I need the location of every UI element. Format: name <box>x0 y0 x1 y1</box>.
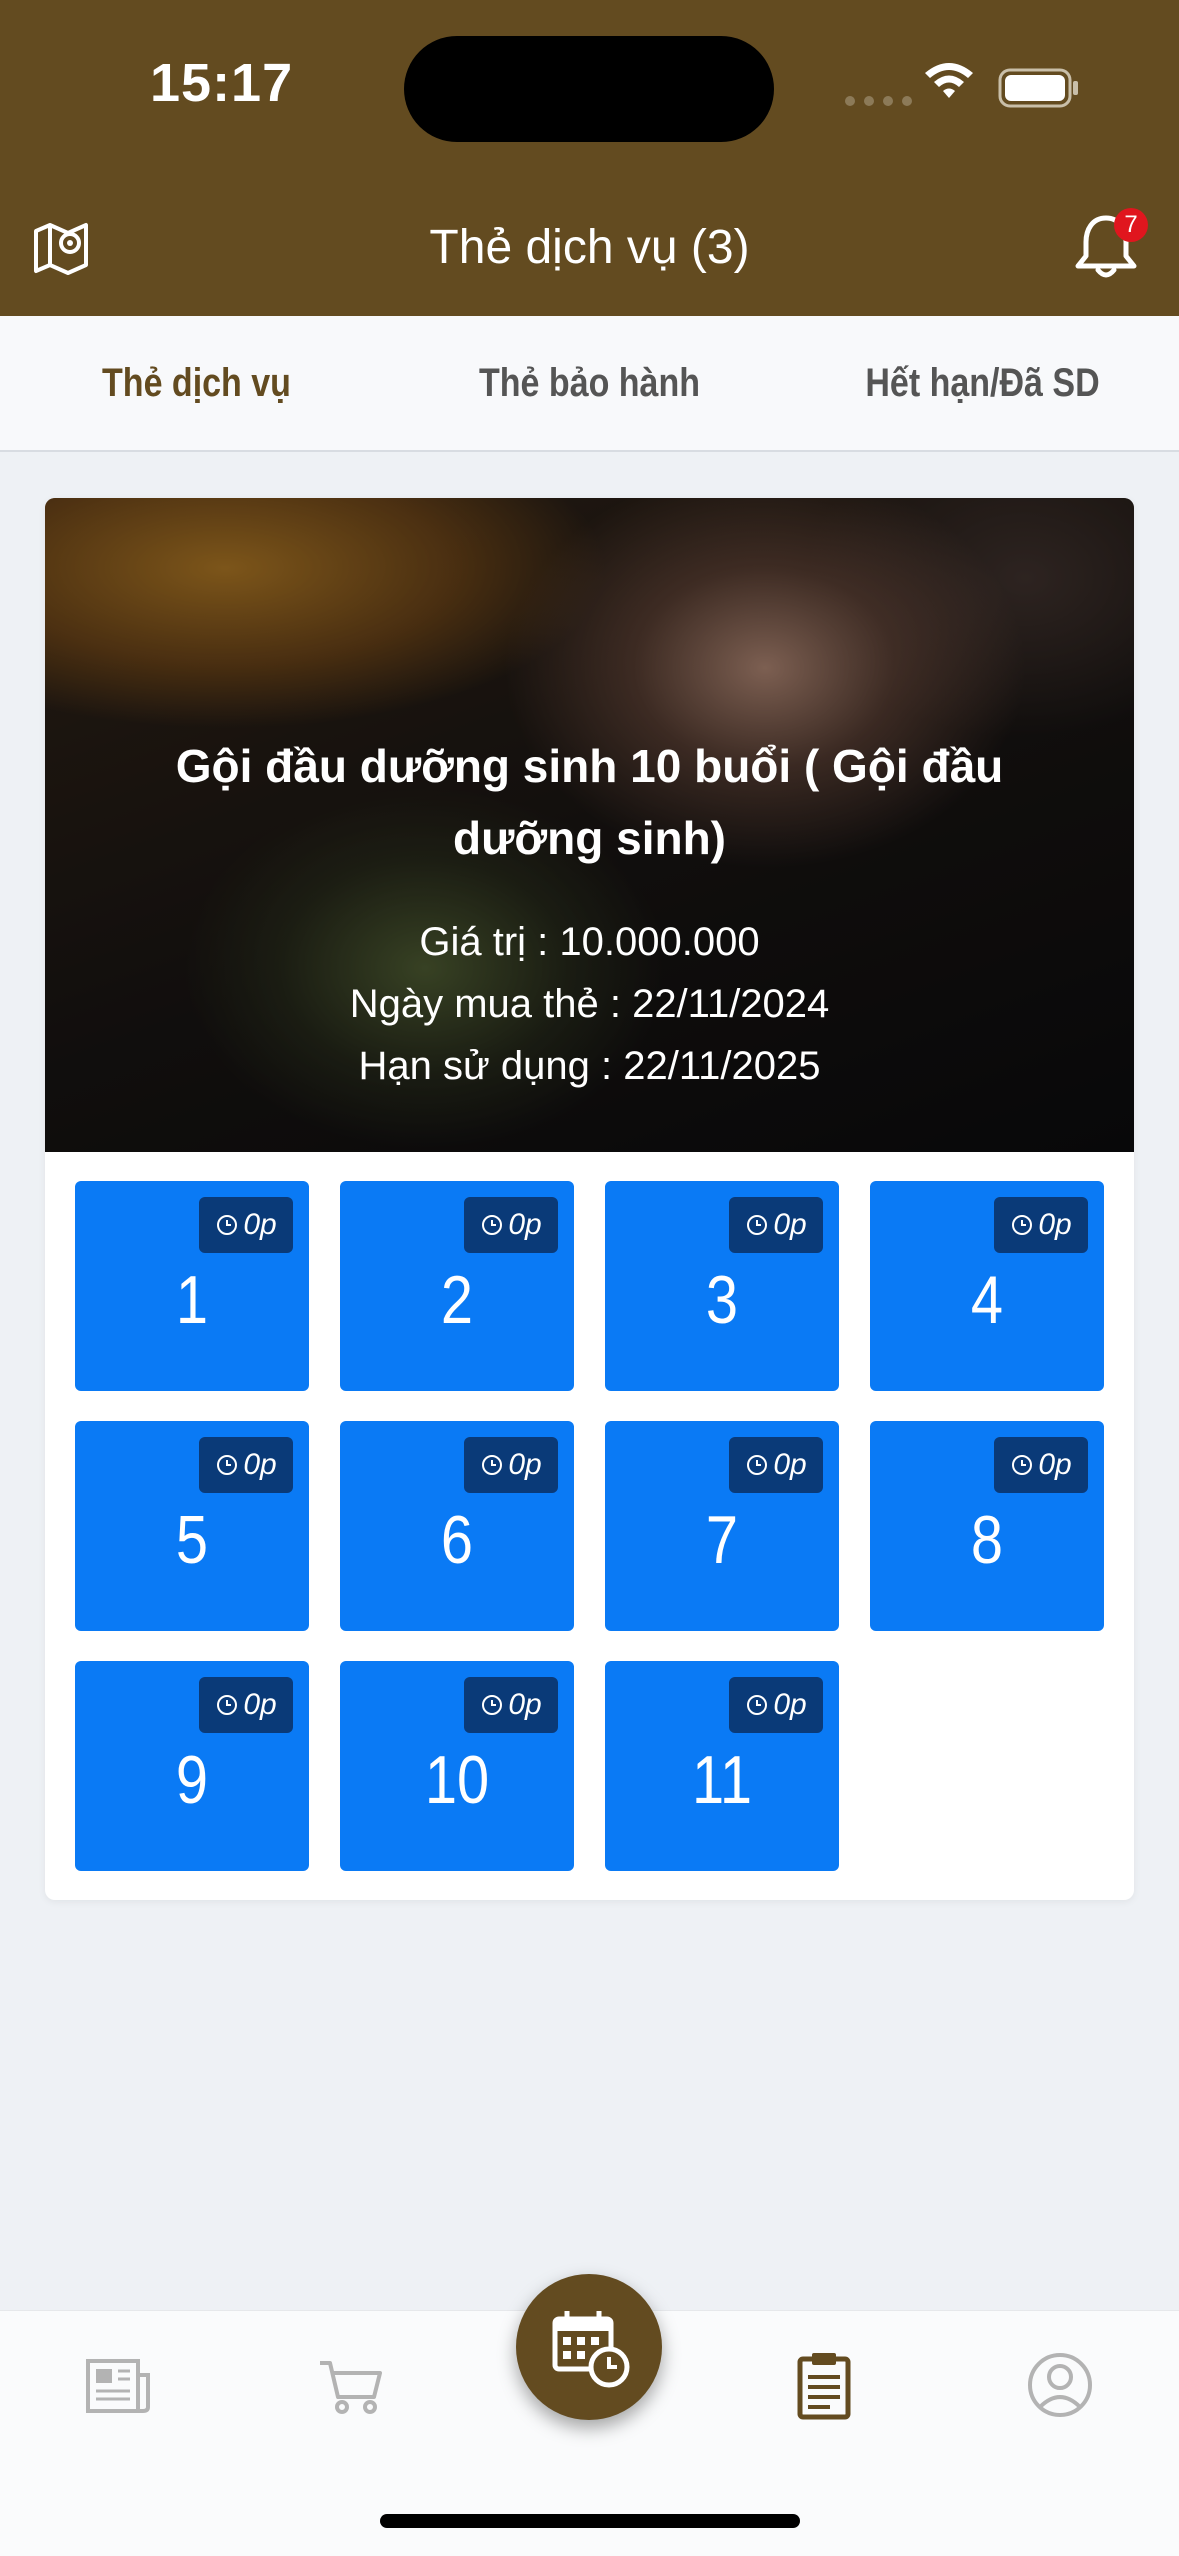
notification-badge: 7 <box>1114 208 1148 242</box>
cart-icon[interactable] <box>314 2347 390 2423</box>
card-title: Gội đầu dưỡng sinh 10 buổi ( Gội đầu dưỡ… <box>175 740 1004 864</box>
session-duration: 0p <box>199 1197 293 1253</box>
battery-icon <box>998 68 1078 108</box>
clock-icon <box>747 1695 768 1715</box>
user-icon[interactable] <box>1022 2347 1098 2423</box>
clock-icon <box>747 1215 768 1235</box>
booking-button[interactable] <box>516 2274 662 2420</box>
page-title: Thẻ dịch vụ (3) <box>429 221 750 274</box>
session-number: 3 <box>705 1262 739 1338</box>
clock-icon <box>747 1455 768 1475</box>
clock-icon <box>1012 1455 1033 1475</box>
session-tile[interactable]: 0p 8 <box>870 1421 1104 1631</box>
session-duration: 0p <box>464 1437 558 1493</box>
session-duration: 0p <box>729 1197 823 1253</box>
session-number: 9 <box>175 1742 209 1818</box>
card-expiry-date: Hạn sử dụng : 22/11/2025 <box>358 1044 821 1088</box>
card-hero-image: Gội đầu dưỡng sinh 10 buổi ( Gội đầu dưỡ… <box>45 498 1134 1152</box>
session-duration: 0p <box>464 1677 558 1733</box>
session-duration: 0p <box>464 1197 558 1253</box>
dynamic-island <box>404 36 774 142</box>
session-duration: 0p <box>199 1437 293 1493</box>
session-number: 5 <box>175 1502 209 1578</box>
session-duration: 0p <box>199 1677 293 1733</box>
session-number: 10 <box>424 1742 490 1818</box>
session-number: 7 <box>705 1502 739 1578</box>
clock-icon <box>482 1455 503 1475</box>
clock-icon <box>482 1695 503 1715</box>
session-tile[interactable]: 0p 9 <box>75 1661 309 1871</box>
clipboard-icon[interactable] <box>786 2347 862 2423</box>
card-purchase-date: Ngày mua thẻ : 22/11/2024 <box>349 982 830 1026</box>
session-duration: 0p <box>994 1437 1088 1493</box>
clock-icon <box>1012 1215 1033 1235</box>
tab-warranty-cards[interactable]: Thẻ bảo hành <box>422 316 756 450</box>
news-icon[interactable] <box>80 2347 156 2423</box>
wifi-icon <box>925 63 973 98</box>
calendar-clock-icon <box>552 2311 630 2388</box>
session-tile[interactable]: 0p 5 <box>75 1421 309 1631</box>
session-tile[interactable]: 0p 6 <box>340 1421 574 1631</box>
session-duration: 0p <box>994 1197 1088 1253</box>
session-number: 8 <box>970 1502 1004 1578</box>
tab-expired-used[interactable]: Hết hạn/Đã SD <box>815 316 1149 450</box>
tab-service-cards[interactable]: Thẻ dịch vụ <box>29 316 363 450</box>
session-duration: 0p <box>729 1677 823 1733</box>
session-tile[interactable]: 0p 10 <box>340 1661 574 1871</box>
clock-icon <box>217 1455 238 1475</box>
session-tile[interactable]: 0p 11 <box>605 1661 839 1871</box>
session-tile[interactable]: 0p 4 <box>870 1181 1104 1391</box>
signal-icon <box>845 96 912 106</box>
session-number: 11 <box>691 1742 753 1818</box>
session-number: 4 <box>970 1262 1004 1338</box>
tab-bar: Thẻ dịch vụ Thẻ bảo hành Hết hạn/Đã SD <box>0 316 1179 452</box>
session-tile[interactable]: 0p 2 <box>340 1181 574 1391</box>
clock-icon <box>482 1215 503 1235</box>
app-header: 15:17 Thẻ dịch vụ (3) 7 <box>0 0 1179 316</box>
session-tile[interactable]: 0p 7 <box>605 1421 839 1631</box>
card-value: Giá trị : 10.000.000 <box>419 920 760 964</box>
session-number: 6 <box>440 1502 474 1578</box>
clock-icon <box>217 1695 238 1715</box>
session-tile[interactable]: 0p 3 <box>605 1181 839 1391</box>
status-time: 15:17 <box>150 53 294 113</box>
service-card[interactable]: Gội đầu dưỡng sinh 10 buổi ( Gội đầu dưỡ… <box>45 498 1134 1900</box>
home-indicator <box>380 2514 800 2528</box>
session-tile[interactable]: 0p 1 <box>75 1181 309 1391</box>
clock-icon <box>217 1215 238 1235</box>
session-number: 1 <box>175 1262 209 1338</box>
session-number: 2 <box>440 1262 474 1338</box>
session-duration: 0p <box>729 1437 823 1493</box>
